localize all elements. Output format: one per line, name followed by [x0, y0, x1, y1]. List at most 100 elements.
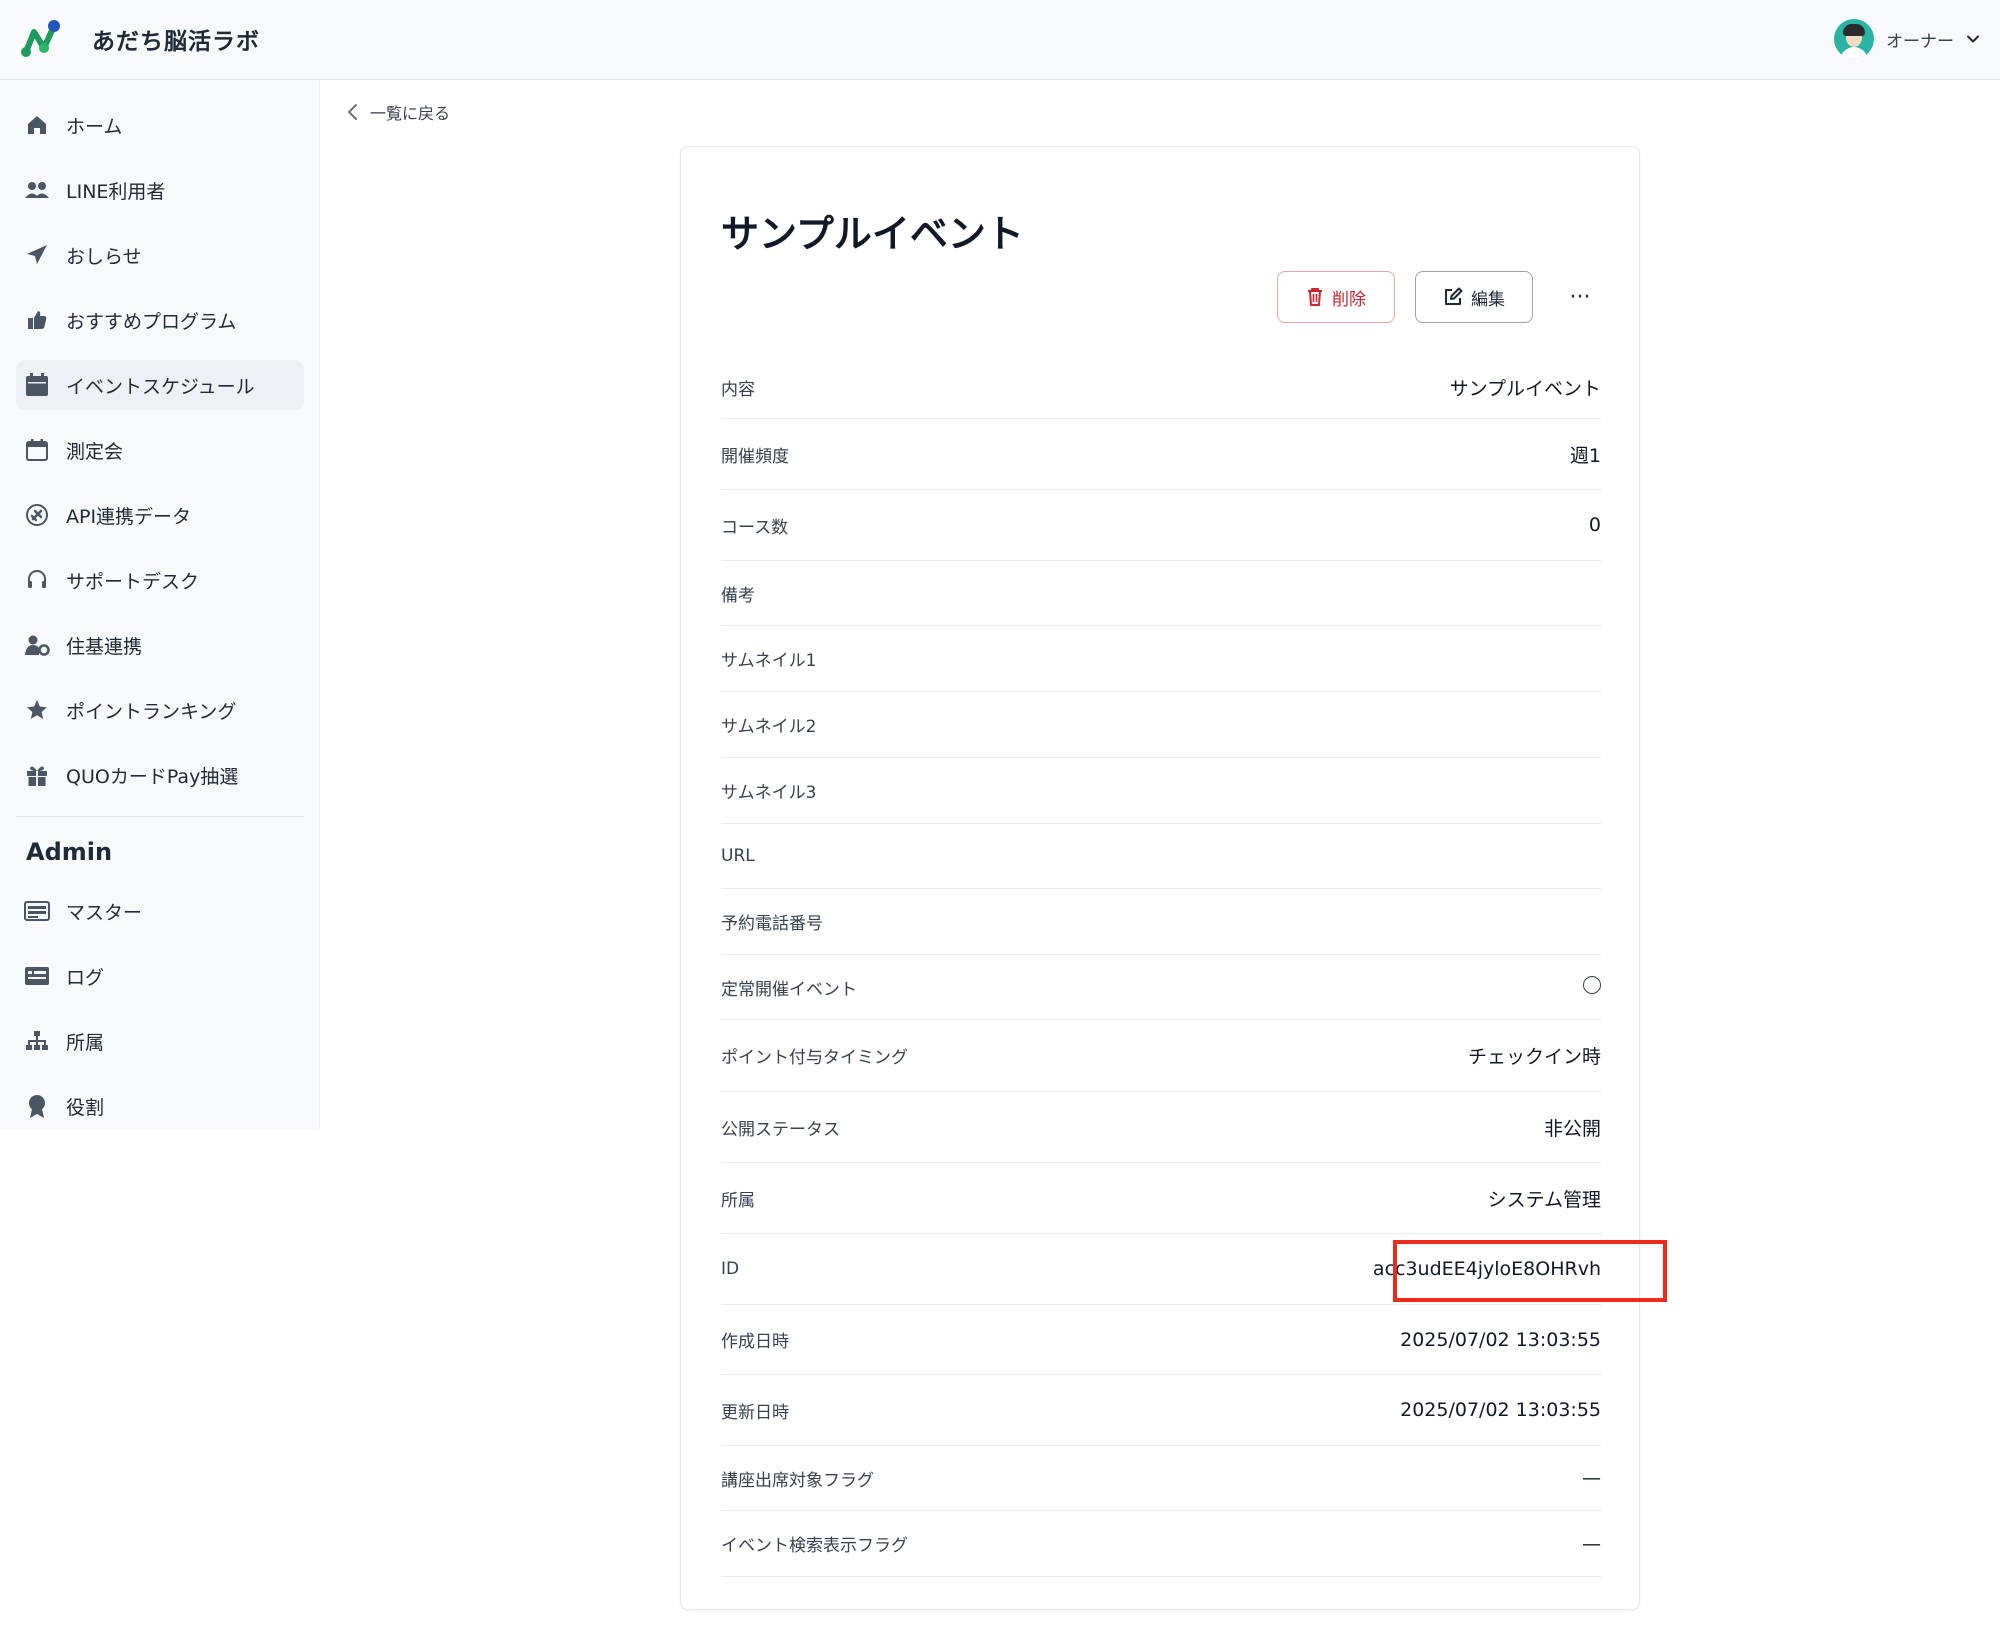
trash-icon — [1308, 288, 1322, 306]
top-bar: あだち脳活ラボ オーナー — [0, 0, 2000, 80]
back-link-label: 一覧に戻る — [370, 104, 451, 123]
edit-icon — [1445, 287, 1463, 305]
detail-row: 備考 — [721, 561, 1601, 626]
detail-label: 講座出席対象フラグ — [721, 1470, 874, 1491]
detail-value: 2025/07/02 13:03:55 — [1400, 1328, 1601, 1351]
detail-row: 講座出席対象フラグ — — [721, 1446, 1601, 1511]
plug-icon — [24, 502, 50, 528]
detail-row: サムネイル1 — [721, 626, 1601, 692]
sidebar-item-label: ホーム — [66, 115, 123, 138]
gift-icon — [24, 762, 50, 788]
sidebar-item-notices[interactable]: おしらせ — [16, 230, 304, 280]
app-title: あだち脳活ラボ — [92, 29, 260, 55]
detail-value: システム管理 — [1487, 1188, 1601, 1211]
detail-label: 予約電話番号 — [721, 914, 823, 934]
sidebar-item-label: 住基連携 — [66, 635, 143, 658]
detail-label: 作成日時 — [721, 1332, 789, 1352]
detail-label: サムネイル1 — [721, 651, 817, 671]
org-chart-icon — [24, 1028, 50, 1054]
sidebar-item-label: おすすめプログラム — [66, 310, 237, 333]
user-gear-icon — [24, 632, 50, 658]
detail-value: 2025/07/02 13:03:55 — [1400, 1399, 1601, 1421]
paper-plane-icon — [24, 242, 50, 268]
detail-row: ポイント付与タイミング チェックイン時 — [721, 1020, 1601, 1092]
detail-row: 開催頻度 週1 — [721, 419, 1601, 490]
sidebar-item-label: API連携データ — [66, 505, 192, 528]
sidebar-item-measurement[interactable]: 測定会 — [16, 425, 304, 475]
detail-row: URL — [721, 824, 1601, 889]
more-icon: ··· — [1569, 284, 1591, 310]
sidebar-item-api-data[interactable]: API連携データ — [16, 490, 304, 540]
detail-label: 開催頻度 — [721, 446, 789, 467]
event-detail-card: サンプルイベント 削除 編集 ··· 内容 サンプルイベント 開催頻度 週1 コ… — [680, 146, 1667, 1610]
detail-value: — — [1582, 1532, 1601, 1555]
circle-mark-icon — [1583, 975, 1601, 994]
sidebar-item-label: 測定会 — [66, 440, 124, 463]
sidebar-item-event-schedule[interactable]: イベントスケジュール — [16, 360, 304, 410]
sidebar-item-juki-link[interactable]: 住基連携 — [16, 620, 304, 670]
detail-row: ID acc3udEE4jyloE8OHRvh — [721, 1234, 1601, 1305]
headset-icon — [24, 567, 50, 593]
sidebar-item-label: ポイントランキング — [66, 700, 237, 723]
back-to-list-link[interactable]: 一覧に戻る — [346, 100, 450, 124]
admin-heading: Admin — [26, 838, 113, 866]
sidebar-item-affiliation[interactable]: 所属 — [16, 1016, 304, 1066]
detail-label: コース数 — [721, 517, 789, 538]
calendar-filled-icon — [24, 372, 50, 398]
chevron-left-icon — [348, 104, 357, 120]
sidebar-item-label: イベントスケジュール — [66, 375, 255, 398]
chevron-down-icon[interactable] — [1966, 32, 1980, 46]
sidebar-item-label: マスター — [66, 901, 143, 924]
detail-value: 非公開 — [1543, 1117, 1601, 1140]
detail-row: イベント検索表示フラグ — — [721, 1511, 1601, 1577]
sidebar-item-label: LINE利用者 — [66, 180, 166, 203]
detail-label: イベント検索表示フラグ — [721, 1536, 908, 1556]
app-logo-icon[interactable] — [18, 18, 62, 62]
sidebar-item-master[interactable]: マスター — [16, 886, 304, 936]
calendar-outline-icon — [24, 437, 50, 463]
detail-row: 所属 システム管理 — [721, 1163, 1601, 1234]
detail-value: 0 — [1588, 514, 1601, 536]
detail-value — [1583, 975, 1601, 999]
detail-label: URL — [721, 846, 755, 866]
sidebar-item-support-desk[interactable]: サポートデスク — [16, 555, 304, 605]
detail-value: サンプルイベント — [1449, 378, 1601, 400]
sidebar-item-home[interactable]: ホーム — [16, 100, 304, 150]
detail-row: 内容 サンプルイベント — [721, 357, 1601, 419]
delete-button[interactable]: 削除 — [1277, 271, 1395, 323]
detail-label: サムネイル3 — [721, 783, 817, 803]
sidebar-item-roles[interactable]: 役割 — [16, 1081, 304, 1131]
sidebar-item-label: QUOカードPay抽選 — [66, 765, 239, 788]
sidebar-item-recommended-programs[interactable]: おすすめプログラム — [16, 295, 304, 345]
sidebar-item-label: ログ — [66, 966, 105, 989]
sidebar-item-label: 所属 — [66, 1031, 105, 1054]
thumbs-up-icon — [24, 307, 50, 333]
detail-label: 更新日時 — [721, 1402, 789, 1423]
detail-row: 予約電話番号 — [721, 889, 1601, 955]
database-icon — [24, 898, 50, 924]
detail-value: チェックイン時 — [1467, 1046, 1601, 1068]
detail-label: 公開ステータス — [721, 1119, 840, 1140]
detail-row: サムネイル3 — [721, 758, 1601, 824]
sidebar-item-line-users[interactable]: LINE利用者 — [16, 165, 304, 215]
sidebar-item-label: サポートデスク — [66, 570, 200, 593]
detail-label: 所属 — [721, 1190, 755, 1211]
edit-button-label: 編集 — [1471, 289, 1505, 310]
detail-label: サムネイル2 — [721, 717, 817, 737]
detail-row: 公開ステータス 非公開 — [721, 1092, 1601, 1163]
sidebar-item-log[interactable]: ログ — [16, 951, 304, 1001]
more-options-button[interactable]: ··· — [1557, 271, 1603, 323]
edit-button[interactable]: 編集 — [1415, 271, 1533, 323]
award-icon — [24, 1093, 50, 1119]
avatar[interactable] — [1834, 19, 1874, 59]
sidebar-item-label: おしらせ — [66, 245, 142, 268]
sidebar-item-point-ranking[interactable]: ポイントランキング — [16, 685, 304, 735]
user-menu[interactable]: オーナー — [1834, 18, 1980, 60]
page-title: サンプルイベント — [721, 212, 1024, 256]
sidebar-item-quo-card-lottery[interactable]: QUOカードPay抽選 — [16, 750, 304, 800]
user-name: オーナー — [1886, 31, 1954, 52]
sidebar-divider — [16, 816, 304, 817]
id-value: acc3udEE4jyloE8OHRvh — [1372, 1258, 1601, 1280]
detail-label: 内容 — [721, 380, 755, 400]
detail-label: ID — [721, 1259, 740, 1279]
